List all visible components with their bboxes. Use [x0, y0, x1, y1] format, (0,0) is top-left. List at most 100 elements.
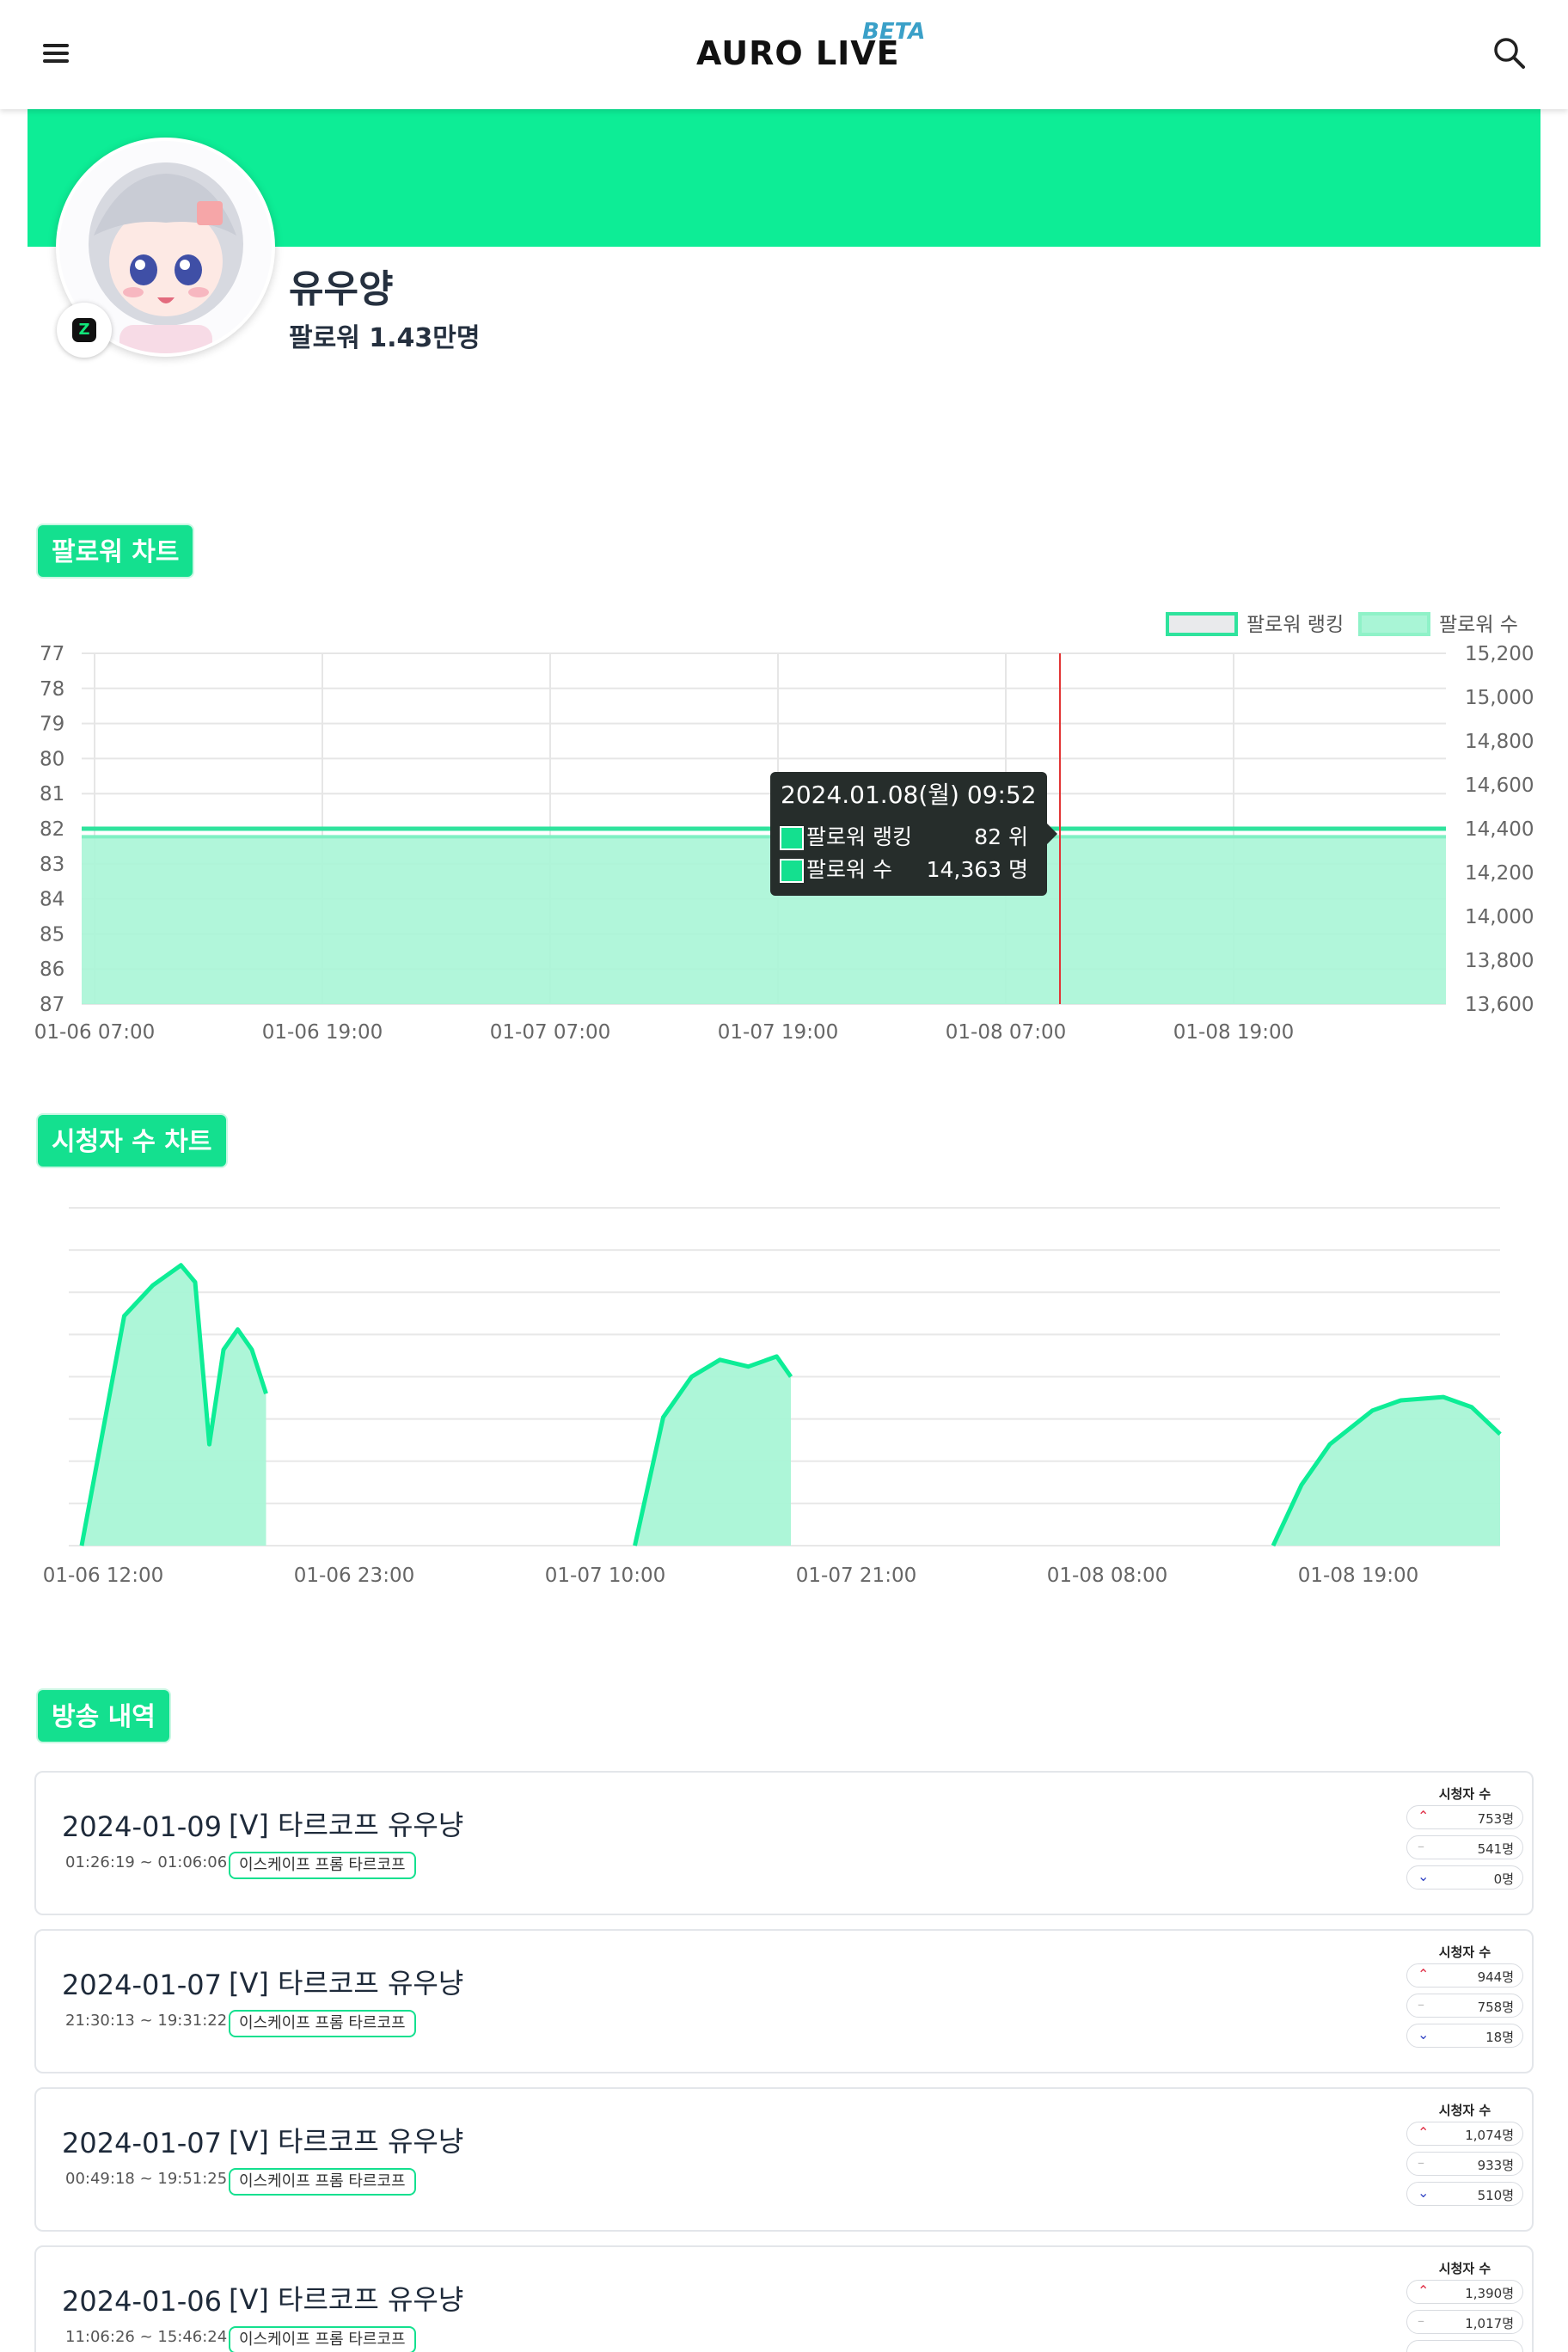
viewer-avg: 758명 — [1477, 2000, 1514, 2015]
left-axis-tick: 87 — [40, 994, 64, 1016]
left-axis-tick: 84 — [40, 889, 64, 911]
viewer-avg: 1,017명 — [1465, 2316, 1514, 2331]
x-axis-tick: 01-08 07:00 — [946, 1021, 1066, 1044]
right-axis-tick: 14,000 — [1465, 906, 1534, 928]
x-axis-tick: 01-07 07:00 — [490, 1021, 610, 1044]
broadcast-time: 21:30:13 ~ 19:31:22 — [65, 2012, 228, 2030]
right-axis-tick: 14,200 — [1465, 862, 1534, 885]
broadcast-title: [V] 타르코프 유우냥 — [229, 1967, 464, 2000]
legend-label-followers: 팔로워 수 — [1439, 614, 1518, 636]
broadcast-item[interactable]: 2024-01-09 01:26:19 ~ 01:06:06 [V] 타르코프 … — [34, 1771, 1534, 1915]
right-axis-tick: 14,800 — [1465, 731, 1534, 753]
right-axis-tick: 15,000 — [1465, 687, 1534, 709]
hamburger-menu-icon[interactable] — [43, 40, 74, 70]
x-axis-tick: 01-06 12:00 — [43, 1565, 163, 1587]
followers-area — [82, 836, 1446, 1004]
right-axis-tick: 13,600 — [1465, 994, 1534, 1016]
legend-label-rank: 팔로워 랭킹 — [1246, 614, 1344, 636]
avg-dash-icon: – — [1418, 2312, 1424, 2329]
chzzk-icon: Z — [57, 303, 112, 358]
tooltip-row-followers-label: 팔로워 수 — [806, 857, 892, 882]
viewer-max: 1,074명 — [1465, 2128, 1514, 2143]
max-arrow-up-icon: ⌃ — [1418, 1808, 1430, 1824]
x-axis-tick: 01-08 19:00 — [1173, 1021, 1294, 1044]
left-axis-tick: 81 — [40, 783, 64, 805]
streamer-name: 유우양 — [289, 267, 394, 311]
viewer-min: 0명 — [1493, 1871, 1514, 1887]
viewer-min: 18명 — [1485, 2030, 1514, 2045]
avg-dash-icon: – — [1418, 1996, 1424, 2012]
follower-chart[interactable]: 팔로워 랭킹 팔로워 수 77 78 79 80 81 82 83 84 85 86 87 15,20… — [0, 593, 1568, 1057]
chart-tooltip: 2024.01.08(월) 09:52 팔로워 랭킹 82 위 팔로워 수 14… — [770, 772, 1057, 896]
legend-swatch-followers — [1358, 612, 1430, 636]
search-icon[interactable] — [1492, 36, 1527, 70]
x-axis-tick: 01-08 19:00 — [1298, 1565, 1418, 1587]
x-axis-tick: 01-07 21:00 — [796, 1565, 916, 1587]
avg-dash-icon: – — [1418, 1838, 1424, 1854]
viewer-stats: 시청자 수 ⌃ 753명 – 541명 ⌄ 0명 — [1406, 1785, 1523, 1896]
x-axis-tick: 01-07 19:00 — [718, 1021, 838, 1044]
broadcast-category-tag[interactable]: 이스케이프 프롬 타르코프 — [229, 1852, 416, 1879]
broadcast-item[interactable]: 2024-01-07 21:30:13 ~ 19:31:22 [V] 타르코프 … — [34, 1929, 1534, 2073]
viewer-max: 753명 — [1477, 1811, 1514, 1827]
viewer-stats-header: 시청자 수 — [1438, 1786, 1491, 1802]
x-axis-tick: 01-08 08:00 — [1047, 1565, 1167, 1587]
tooltip-row-rank-label: 팔로워 랭킹 — [806, 824, 912, 849]
broadcast-time: 00:49:18 ~ 19:51:25 — [65, 2170, 228, 2188]
viewer-stats-header: 시청자 수 — [1438, 2103, 1491, 2118]
x-axis-tick: 01-07 10:00 — [545, 1565, 665, 1587]
left-axis-tick: 77 — [40, 643, 64, 665]
broadcast-history-heading: 방송 내역 — [36, 1688, 171, 1743]
viewer-area-1 — [634, 1356, 791, 1546]
viewer-avg: 541명 — [1477, 1841, 1514, 1857]
max-arrow-up-icon: ⌃ — [1418, 2282, 1430, 2299]
viewer-stats-header: 시청자 수 — [1438, 2261, 1491, 2276]
broadcast-date: 2024-01-07 — [62, 1969, 222, 2001]
broadcast-date: 2024-01-09 — [62, 1810, 222, 1843]
left-axis-tick: 78 — [40, 678, 64, 701]
broadcast-title: [V] 타르코프 유우냥 — [229, 2125, 464, 2158]
broadcast-category-tag[interactable]: 이스케이프 프롬 타르코프 — [229, 2010, 416, 2037]
broadcast-title: [V] 타르코프 유우냥 — [229, 1809, 464, 1841]
broadcast-item[interactable]: 2024-01-06 11:06:26 ~ 15:46:24 [V] 타르코프 … — [34, 2245, 1534, 2352]
viewer-max: 944명 — [1477, 1969, 1514, 1985]
viewer-chart[interactable]: 01-06 12:00 01-06 23:00 01-07 10:00 01-07 2… — [0, 1186, 1568, 1599]
viewer-stats: 시청자 수 ⌃ 1,074명 – 933명 ⌄ 510명 — [1406, 2101, 1523, 2212]
viewer-chart-heading: 시청자 수 차트 — [36, 1113, 228, 1168]
legend-swatch-rank — [1166, 612, 1238, 636]
tooltip-row-followers-value: 14,363 명 — [927, 857, 1028, 882]
right-axis-tick: 14,400 — [1465, 818, 1534, 841]
left-axis-tick: 83 — [40, 854, 64, 876]
min-arrow-down-icon: ⌄ — [1418, 2343, 1430, 2352]
broadcast-category-tag[interactable]: 이스케이프 프롬 타르코프 — [229, 2326, 416, 2352]
follower-chart-heading: 팔로워 차트 — [36, 524, 195, 579]
broadcast-date: 2024-01-06 — [62, 2285, 222, 2318]
right-axis-tick: 13,800 — [1465, 950, 1534, 972]
viewer-avg: 933명 — [1477, 2158, 1514, 2173]
max-arrow-up-icon: ⌃ — [1418, 1966, 1430, 1982]
broadcast-title: [V] 타르코프 유우냥 — [229, 2283, 464, 2316]
right-axis-tick: 15,200 — [1465, 643, 1534, 665]
x-axis-tick: 01-06 19:00 — [262, 1021, 383, 1044]
viewer-max: 1,390명 — [1465, 2286, 1514, 2301]
min-arrow-down-icon: ⌄ — [1418, 2184, 1430, 2201]
left-axis-tick: 82 — [40, 818, 64, 841]
max-arrow-up-icon: ⌃ — [1418, 2124, 1430, 2141]
min-arrow-down-icon: ⌄ — [1418, 1868, 1430, 1884]
left-axis-tick: 85 — [40, 923, 64, 946]
top-header: AURO LIVE BETA — [0, 0, 1568, 109]
tooltip-title: 2024.01.08(월) 09:52 — [781, 781, 1037, 809]
x-axis-tick: 01-06 07:00 — [34, 1021, 155, 1044]
avg-dash-icon: – — [1418, 2154, 1424, 2171]
min-arrow-down-icon: ⌄ — [1418, 2026, 1430, 2043]
broadcast-item[interactable]: 2024-01-07 00:49:18 ~ 19:51:25 [V] 타르코프 … — [34, 2087, 1534, 2232]
viewer-stats: 시청자 수 ⌃ 944명 – 758명 ⌄ 18명 — [1406, 1943, 1523, 2054]
left-axis-tick: 79 — [40, 714, 64, 736]
viewer-stats-header: 시청자 수 — [1438, 1945, 1491, 1960]
right-axis-tick: 14,600 — [1465, 775, 1534, 797]
broadcast-category-tag[interactable]: 이스케이프 프롬 타르코프 — [229, 2168, 416, 2196]
left-axis-tick: 80 — [40, 748, 64, 770]
broadcast-date: 2024-01-07 — [62, 2127, 222, 2159]
x-axis-tick: 01-06 23:00 — [294, 1565, 414, 1587]
viewer-min: 510명 — [1477, 2188, 1514, 2203]
